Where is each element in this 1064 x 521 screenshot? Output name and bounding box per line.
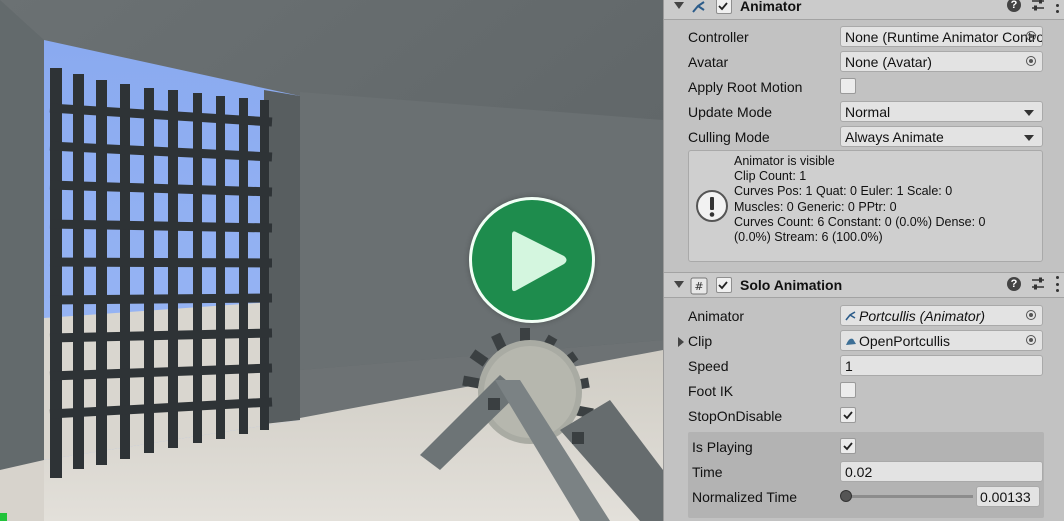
avatar-label: Avatar xyxy=(688,54,729,70)
object-picker-icon[interactable] xyxy=(1026,335,1036,345)
normalized-time-input[interactable]: 0.00133 xyxy=(976,486,1040,507)
status-indicator xyxy=(0,513,7,521)
animator-info-text: Animator is visible Clip Count: 1 Curves… xyxy=(734,154,986,245)
foot-ik-row: Foot IK xyxy=(664,379,1064,403)
avatar-field[interactable]: None (Avatar) xyxy=(840,51,1043,72)
clip-value: OpenPortcullis xyxy=(859,333,951,349)
time-label: Time xyxy=(692,464,723,480)
info-line: Curves Count: 6 Constant: 0 (0.0%) Dense… xyxy=(734,214,986,229)
chevron-down-icon xyxy=(1024,135,1034,141)
update-mode-row: Update Mode Normal xyxy=(664,100,1064,124)
solo-animation-component-header[interactable]: # Solo Animation ? xyxy=(664,272,1064,298)
animator-enabled-checkbox[interactable] xyxy=(716,0,732,14)
info-line: Muscles: 0 Generic: 0 PPtr: 0 xyxy=(734,199,897,214)
time-row: Time 0.02 xyxy=(664,460,1064,484)
animator-info-box: Animator is visible Clip Count: 1 Curves… xyxy=(688,150,1043,262)
info-line: Clip Count: 1 xyxy=(734,169,807,184)
speed-row: Speed 1 xyxy=(664,354,1064,378)
controller-field[interactable]: None (Runtime Animator Controller) xyxy=(840,26,1043,47)
animation-clip-icon xyxy=(846,338,856,345)
play-overlay-button[interactable] xyxy=(469,197,595,323)
more-vertical-icon[interactable] xyxy=(1055,276,1059,292)
object-picker-icon[interactable] xyxy=(1026,31,1036,41)
animator-component-header[interactable]: Animator ? xyxy=(664,0,1064,20)
controller-label: Controller xyxy=(688,29,749,45)
help-icon[interactable]: ? xyxy=(1007,0,1021,12)
update-mode-label: Update Mode xyxy=(688,104,773,120)
is-playing-checkbox[interactable] xyxy=(840,438,856,454)
more-vertical-icon[interactable] xyxy=(1055,0,1059,13)
inspector-panel: Animator ? Controller None (Runtime Anim… xyxy=(663,0,1064,521)
culling-mode-dropdown[interactable]: Always Animate xyxy=(840,126,1043,147)
controller-row: Controller None (Runtime Animator Contro… xyxy=(664,25,1064,49)
apply-root-motion-row: Apply Root Motion xyxy=(664,75,1064,99)
solo-animator-label: Animator xyxy=(688,308,745,324)
animator-icon xyxy=(692,1,705,13)
clip-field[interactable]: OpenPortcullis xyxy=(840,330,1043,351)
speed-input[interactable]: 1 xyxy=(840,355,1043,376)
avatar-value: None (Avatar) xyxy=(845,54,932,70)
animator-icon xyxy=(845,311,856,321)
solo-animator-field[interactable]: Portcullis (Animator) xyxy=(840,305,1043,326)
is-playing-row: Is Playing xyxy=(664,435,1064,459)
object-picker-icon[interactable] xyxy=(1026,310,1036,320)
play-icon xyxy=(512,231,567,292)
scene-view[interactable] xyxy=(0,0,663,521)
controller-value: None (Runtime Animator Controller) xyxy=(845,29,1042,45)
clip-row: Clip OpenPortcullis xyxy=(664,329,1064,353)
stop-on-disable-label: StopOnDisable xyxy=(688,408,783,424)
solo-animation-enabled-checkbox[interactable] xyxy=(716,277,732,293)
culling-mode-row: Culling Mode Always Animate xyxy=(664,125,1064,149)
apply-root-motion-label: Apply Root Motion xyxy=(688,79,803,95)
collapse-icon[interactable] xyxy=(674,281,684,288)
help-icon[interactable]: ? xyxy=(1007,277,1021,291)
clip-label: Clip xyxy=(688,333,713,349)
update-mode-dropdown[interactable]: Normal xyxy=(840,101,1043,122)
culling-mode-label: Culling Mode xyxy=(688,129,770,145)
normalized-time-slider-track[interactable] xyxy=(846,495,973,498)
object-picker-icon[interactable] xyxy=(1026,56,1036,66)
normalized-time-label: Normalized Time xyxy=(692,489,798,505)
script-icon: # xyxy=(690,277,708,295)
foot-ik-label: Foot IK xyxy=(688,383,734,399)
time-input[interactable]: 0.02 xyxy=(840,461,1043,482)
component-title: Animator xyxy=(740,0,802,14)
update-mode-value: Normal xyxy=(845,104,891,120)
solo-animator-row: Animator Portcullis (Animator) xyxy=(664,304,1064,328)
apply-root-motion-checkbox[interactable] xyxy=(840,78,856,94)
collapse-icon[interactable] xyxy=(674,2,684,9)
info-line: Animator is visible xyxy=(734,154,835,168)
expand-icon[interactable] xyxy=(678,337,684,347)
svg-text:#: # xyxy=(694,280,703,293)
is-playing-label: Is Playing xyxy=(692,439,753,455)
stop-on-disable-checkbox[interactable] xyxy=(840,407,856,423)
sliders-icon[interactable] xyxy=(1030,0,1046,13)
sliders-icon[interactable] xyxy=(1030,276,1046,292)
stop-on-disable-row: StopOnDisable xyxy=(664,404,1064,428)
culling-mode-value: Always Animate xyxy=(845,129,944,145)
component-title: Solo Animation xyxy=(740,277,843,293)
warning-icon xyxy=(696,190,728,222)
solo-animator-value: Portcullis (Animator) xyxy=(859,308,986,324)
chevron-down-icon xyxy=(1024,110,1034,116)
speed-label: Speed xyxy=(688,358,729,374)
info-line: (0.0%) Stream: 6 (100.0%) xyxy=(734,230,883,245)
info-line: Curves Pos: 1 Quat: 0 Euler: 1 Scale: 0 xyxy=(734,184,953,199)
avatar-row: Avatar None (Avatar) xyxy=(664,50,1064,74)
foot-ik-checkbox[interactable] xyxy=(840,382,856,398)
